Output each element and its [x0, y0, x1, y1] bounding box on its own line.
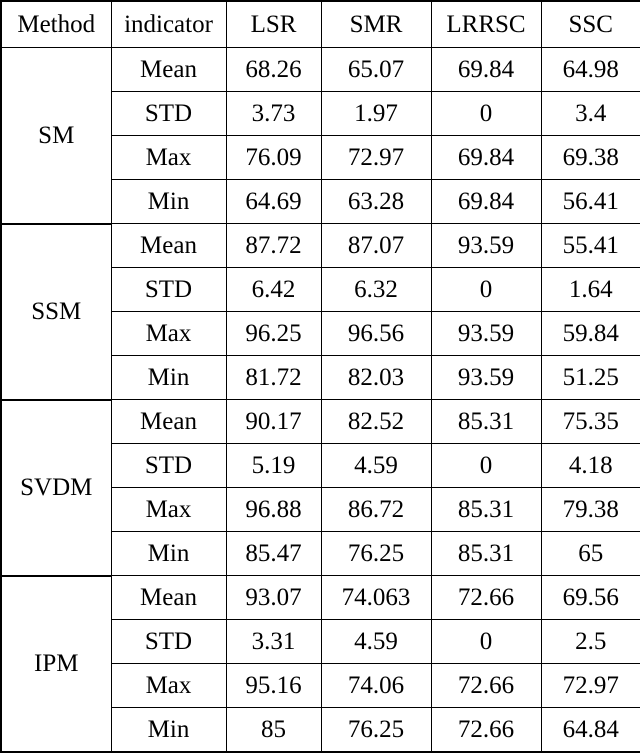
value-cell-lsr: 87.72	[225, 223, 322, 268]
value-cell-ssc: 69.38	[540, 135, 640, 180]
indicator-cell: Mean	[110, 223, 227, 268]
value-cell-ssc: 3.4	[540, 91, 640, 136]
column-header-method: Method	[0, 0, 112, 48]
value-cell-lsr: 81.72	[225, 355, 322, 400]
value-cell-ssc: 56.41	[540, 179, 640, 224]
value-cell-ssc: 1.64	[540, 267, 640, 312]
value-cell-smr: 4.59	[320, 619, 432, 664]
value-cell-lsr: 85	[225, 707, 322, 753]
table-header: Method indicator LSR SMR LRRSC SSC	[0, 0, 640, 48]
value-cell-smr: 86.72	[320, 487, 432, 532]
indicator-cell: STD	[110, 619, 227, 664]
value-cell-smr: 76.25	[320, 707, 432, 753]
value-cell-smr: 87.07	[320, 223, 432, 268]
indicator-cell: Max	[110, 311, 227, 356]
value-cell-ssc: 72.97	[540, 663, 640, 708]
value-cell-smr: 72.97	[320, 135, 432, 180]
value-cell-lrrsc: 93.59	[430, 355, 542, 400]
value-cell-smr: 1.97	[320, 91, 432, 136]
value-cell-smr: 74.063	[320, 575, 432, 620]
value-cell-lsr: 76.09	[225, 135, 322, 180]
column-header-lrrsc: LRRSC	[430, 0, 542, 48]
value-cell-smr: 82.52	[320, 399, 432, 444]
value-cell-lrrsc: 72.66	[430, 663, 542, 708]
value-cell-lsr: 96.88	[225, 487, 322, 532]
indicator-cell: Min	[110, 707, 227, 753]
value-cell-lsr: 5.19	[225, 443, 322, 488]
value-cell-lrrsc: 72.66	[430, 575, 542, 620]
method-cell-sm: SM	[0, 47, 112, 225]
value-cell-smr: 96.56	[320, 311, 432, 356]
indicator-cell: Max	[110, 663, 227, 708]
header-row: Method indicator LSR SMR LRRSC SSC	[0, 0, 640, 48]
value-cell-lrrsc: 69.84	[430, 47, 542, 92]
value-cell-ssc: 65	[540, 531, 640, 576]
indicator-cell: STD	[110, 267, 227, 312]
value-cell-smr: 65.07	[320, 47, 432, 92]
indicator-cell: Min	[110, 355, 227, 400]
value-cell-lsr: 90.17	[225, 399, 322, 444]
value-cell-lrrsc: 0	[430, 619, 542, 664]
indicator-cell: Mean	[110, 399, 227, 444]
value-cell-lrrsc: 72.66	[430, 707, 542, 753]
value-cell-lsr: 68.26	[225, 47, 322, 92]
value-cell-ssc: 69.56	[540, 575, 640, 620]
value-cell-lrrsc: 0	[430, 267, 542, 312]
value-cell-smr: 82.03	[320, 355, 432, 400]
value-cell-lsr: 3.73	[225, 91, 322, 136]
table-row: SM Mean 68.26 65.07 69.84 64.98	[0, 47, 640, 225]
value-cell-lrrsc: 85.31	[430, 531, 542, 576]
indicator-cell: STD	[110, 443, 227, 488]
method-cell-ssm: SSM	[0, 223, 112, 401]
value-cell-lsr: 6.42	[225, 267, 322, 312]
indicator-cell: Min	[110, 531, 227, 576]
value-cell-lsr: 95.16	[225, 663, 322, 708]
indicator-cell: STD	[110, 91, 227, 136]
value-cell-lrrsc: 0	[430, 91, 542, 136]
value-cell-ssc: 75.35	[540, 399, 640, 444]
column-header-ssc: SSC	[540, 0, 640, 48]
value-cell-ssc: 64.98	[540, 47, 640, 92]
value-cell-lrrsc: 93.59	[430, 311, 542, 356]
column-header-indicator: indicator	[110, 0, 227, 48]
table-row: SSM Mean 87.72 87.07 93.59 55.41	[0, 223, 640, 401]
column-header-lsr: LSR	[225, 0, 322, 48]
value-cell-smr: 4.59	[320, 443, 432, 488]
value-cell-ssc: 59.84	[540, 311, 640, 356]
value-cell-smr: 76.25	[320, 531, 432, 576]
value-cell-smr: 63.28	[320, 179, 432, 224]
value-cell-lsr: 64.69	[225, 179, 322, 224]
value-cell-ssc: 79.38	[540, 487, 640, 532]
method-cell-ipm: IPM	[0, 575, 112, 753]
indicator-cell: Mean	[110, 575, 227, 620]
table-body: SM Mean 68.26 65.07 69.84 64.98 STD 3.73 1.97 0 3.…	[0, 47, 640, 753]
value-cell-lsr: 85.47	[225, 531, 322, 576]
indicator-cell: Min	[110, 179, 227, 224]
value-cell-smr: 6.32	[320, 267, 432, 312]
value-cell-lrrsc: 93.59	[430, 223, 542, 268]
value-cell-lrrsc: 0	[430, 443, 542, 488]
indicator-cell: Mean	[110, 47, 227, 92]
table-row: SVDM Mean 90.17 82.52 85.31 75.35	[0, 399, 640, 577]
value-cell-ssc: 4.18	[540, 443, 640, 488]
indicator-cell: Max	[110, 135, 227, 180]
value-cell-ssc: 55.41	[540, 223, 640, 268]
results-table: Method indicator LSR SMR LRRSC SSC SM Mea…	[0, 0, 640, 753]
value-cell-smr: 74.06	[320, 663, 432, 708]
value-cell-lsr: 3.31	[225, 619, 322, 664]
value-cell-lrrsc: 69.84	[430, 135, 542, 180]
value-cell-lsr: 93.07	[225, 575, 322, 620]
table-row: IPM Mean 93.07 74.063 72.66 69.56	[0, 575, 640, 753]
value-cell-lsr: 96.25	[225, 311, 322, 356]
indicator-cell: Max	[110, 487, 227, 532]
value-cell-ssc: 51.25	[540, 355, 640, 400]
value-cell-lrrsc: 85.31	[430, 487, 542, 532]
value-cell-ssc: 2.5	[540, 619, 640, 664]
method-cell-svdm: SVDM	[0, 399, 112, 577]
column-header-smr: SMR	[320, 0, 432, 48]
value-cell-ssc: 64.84	[540, 707, 640, 753]
value-cell-lrrsc: 69.84	[430, 179, 542, 224]
value-cell-lrrsc: 85.31	[430, 399, 542, 444]
